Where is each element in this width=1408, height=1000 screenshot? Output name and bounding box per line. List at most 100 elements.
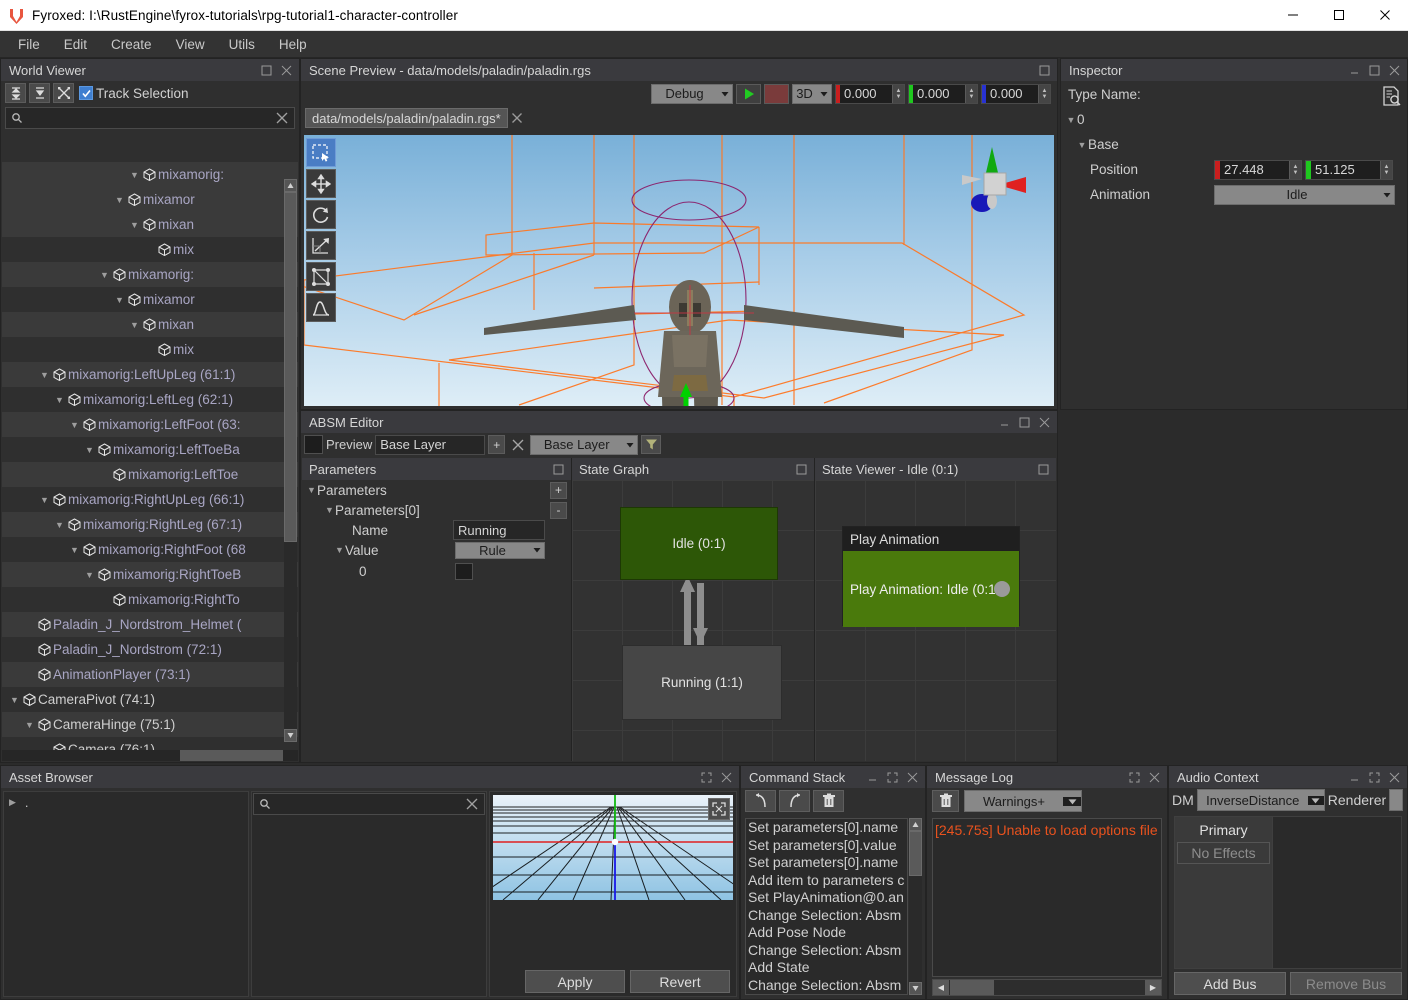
- filter-icon[interactable]: [641, 435, 662, 454]
- command-stack-item[interactable]: Set PlayAnimation@0.an: [746, 889, 907, 907]
- close-icon[interactable]: [1385, 61, 1403, 79]
- command-stack-item[interactable]: Set parameters[0].name: [746, 854, 907, 872]
- position-y-field[interactable]: 0.000 ▲ ▼: [908, 83, 978, 104]
- tree-item[interactable]: ▼ mixamorig:LeftFoot (63:: [2, 412, 298, 437]
- menu-help[interactable]: Help: [267, 33, 319, 56]
- remove-parameter-button[interactable]: -: [550, 501, 567, 519]
- asset-folder-tree[interactable]: ▶ .: [3, 791, 249, 997]
- maximize-icon[interactable]: [1015, 413, 1033, 431]
- maximize-icon[interactable]: [883, 768, 901, 786]
- stop-button[interactable]: [764, 83, 789, 104]
- parameter-value-row[interactable]: ▼ Value Rule: [302, 540, 571, 560]
- scrollbar-thumb[interactable]: [284, 192, 297, 542]
- minimize-icon[interactable]: [863, 768, 881, 786]
- trash-icon[interactable]: [813, 790, 844, 812]
- tree-item[interactable]: Camera (76:1): [2, 737, 298, 750]
- locate-selection-icon[interactable]: [53, 83, 74, 103]
- tree-item[interactable]: ▼ mixamorig:LeftToeBa: [2, 437, 298, 462]
- tree-item[interactable]: ▼ CameraPivot (74:1): [2, 687, 298, 712]
- position-x-field[interactable]: 0.000 ▲ ▼: [835, 83, 905, 104]
- close-icon[interactable]: [903, 768, 921, 786]
- expand-all-icon[interactable]: [29, 83, 50, 103]
- scene-tab[interactable]: data/models/paladin/paladin.rgs*: [305, 108, 508, 128]
- chevron-down-icon[interactable]: ▼: [128, 320, 141, 330]
- fullscreen-icon[interactable]: [708, 798, 730, 820]
- close-icon[interactable]: [1362, 0, 1408, 31]
- minimize-icon[interactable]: [1345, 61, 1363, 79]
- tree-item[interactable]: ▼ mixamorig:RightFoot (68: [2, 537, 298, 562]
- maximize-icon[interactable]: [257, 61, 275, 79]
- maximize-icon[interactable]: [1365, 768, 1383, 786]
- apply-button[interactable]: Apply: [525, 970, 625, 993]
- command-stack-item[interactable]: Change Selection: Absm: [746, 907, 907, 925]
- preview-checkbox[interactable]: [304, 435, 323, 454]
- message-log-list[interactable]: [245.75s] Unable to load options file: [932, 818, 1162, 977]
- command-stack-item[interactable]: Add State: [746, 959, 907, 977]
- terrain-tool-icon[interactable]: [306, 293, 336, 322]
- world-viewer-tree[interactable]: ▼ mixamorig: ▼ mixamor ▼ mixan mix ▼ mixamorig: ▼…: [2, 162, 298, 750]
- chevron-down-icon[interactable]: ▼: [113, 295, 126, 305]
- trash-icon[interactable]: [932, 790, 959, 812]
- tree-item[interactable]: ▼ mixamorig:RightLeg (67:1): [2, 512, 298, 537]
- state-node-idle[interactable]: Idle (0:1): [620, 507, 778, 580]
- chevron-down-icon[interactable]: ▼: [53, 520, 66, 530]
- command-stack-scrollbar[interactable]: [909, 818, 922, 995]
- scrollbar-thumb[interactable]: [179, 750, 284, 761]
- animation-select[interactable]: Idle: [1214, 184, 1395, 205]
- chevron-down-icon[interactable]: ▼: [53, 395, 66, 405]
- asset-search-input[interactable]: [274, 795, 462, 813]
- chevron-up-icon[interactable]: [284, 179, 297, 192]
- minimize-icon[interactable]: [1345, 768, 1363, 786]
- search-input[interactable]: [26, 109, 272, 127]
- rotate-tool-icon[interactable]: [306, 200, 336, 229]
- close-icon[interactable]: [277, 61, 295, 79]
- chevron-right-icon[interactable]: ▶: [1145, 980, 1161, 995]
- clear-search-icon[interactable]: [462, 794, 482, 814]
- spinner-icon[interactable]: ▲ ▼: [965, 84, 977, 103]
- play-button[interactable]: [736, 83, 761, 104]
- navmesh-tool-icon[interactable]: [306, 262, 336, 291]
- command-stack-item[interactable]: Change Selection: Absm: [746, 994, 907, 995]
- chevron-down-icon[interactable]: ▼: [334, 545, 345, 555]
- tree-item[interactable]: ▼ mixamor: [2, 287, 298, 312]
- parameter-bool-checkbox[interactable]: [455, 562, 473, 580]
- chevron-down-icon[interactable]: ▼: [324, 505, 335, 515]
- document-search-icon[interactable]: [1381, 86, 1401, 109]
- tree-item[interactable]: mixamorig:RightTo: [2, 587, 298, 612]
- redo-icon[interactable]: [779, 790, 810, 812]
- tree-item[interactable]: ▼ mixamorig:: [2, 262, 298, 287]
- tree-item[interactable]: Paladin_J_Nordstrom (72:1): [2, 637, 298, 662]
- command-stack-item[interactable]: Change Selection: Absm: [746, 977, 907, 995]
- scrollbar-thumb[interactable]: [909, 831, 922, 876]
- select-tool-icon[interactable]: [306, 138, 336, 167]
- tree-item[interactable]: ▼ mixan: [2, 212, 298, 237]
- chevron-right-icon[interactable]: ▶: [9, 797, 16, 808]
- menu-edit[interactable]: Edit: [52, 33, 99, 56]
- tree-item[interactable]: AnimationPlayer (73:1): [2, 662, 298, 687]
- menu-utils[interactable]: Utils: [217, 33, 267, 56]
- menu-view[interactable]: View: [164, 33, 217, 56]
- chevron-left-icon[interactable]: ◀: [933, 980, 949, 995]
- log-filter-select[interactable]: Warnings+: [964, 790, 1082, 812]
- layer-name-field[interactable]: Base Layer: [375, 434, 486, 455]
- distance-model-select[interactable]: InverseDistance: [1196, 789, 1325, 811]
- menu-create[interactable]: Create: [99, 33, 164, 56]
- close-icon[interactable]: [1145, 768, 1163, 786]
- command-stack-item[interactable]: Set parameters[0].value: [746, 837, 907, 855]
- collapse-all-icon[interactable]: [5, 83, 26, 103]
- dimension-select[interactable]: 3D: [792, 83, 832, 104]
- position-z-field[interactable]: 0.000 ▲ ▼: [981, 83, 1051, 104]
- tree-item[interactable]: ▼ mixamorig:LeftUpLeg (61:1): [2, 362, 298, 387]
- chevron-down-icon[interactable]: ▼: [1065, 115, 1077, 125]
- chevron-up-icon[interactable]: [909, 818, 922, 831]
- chevron-down-icon[interactable]: ▼: [98, 270, 111, 280]
- tree-item[interactable]: ▼ mixamorig:RightUpLeg (66:1): [2, 487, 298, 512]
- maximize-icon[interactable]: [792, 460, 810, 478]
- chevron-down-icon[interactable]: ▼: [38, 370, 51, 380]
- close-icon[interactable]: [1035, 413, 1053, 431]
- tree-item[interactable]: mix: [2, 237, 298, 262]
- asset-preview-viewport[interactable]: [493, 795, 733, 900]
- tree-item[interactable]: ▼ mixamor: [2, 187, 298, 212]
- spinner-icon[interactable]: ▲ ▼: [892, 84, 904, 103]
- chevron-down-icon[interactable]: ▼: [128, 220, 141, 230]
